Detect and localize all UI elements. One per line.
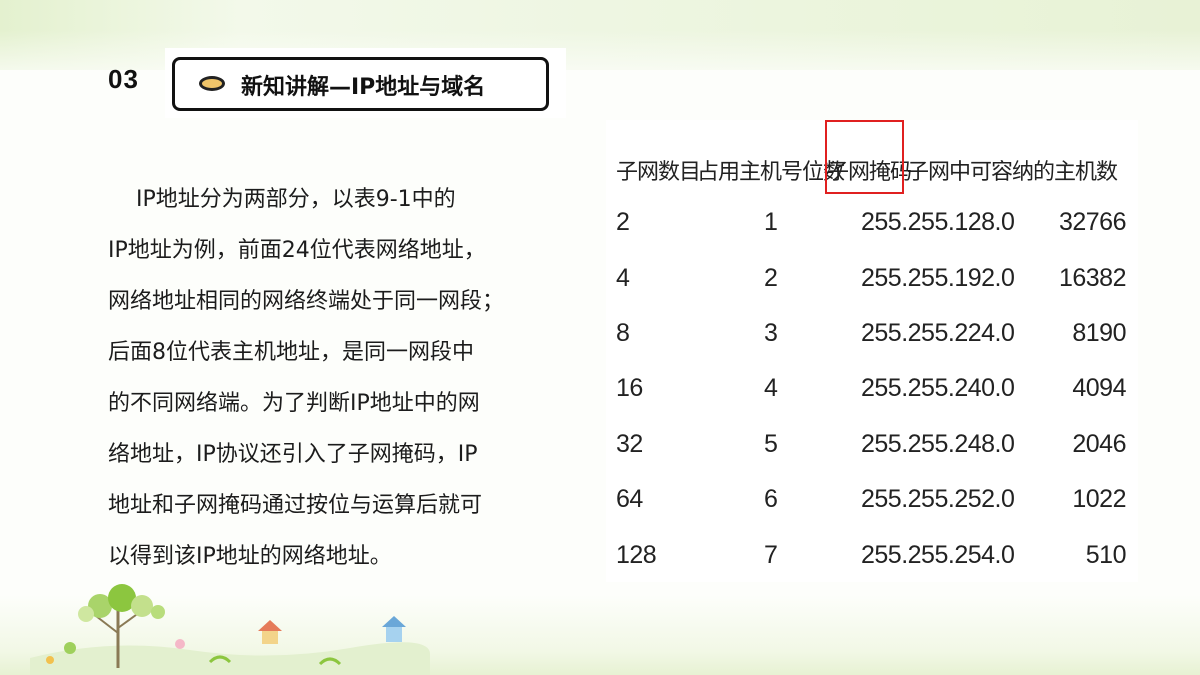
slide-title: 新知讲解—IP地址与域名 [241, 75, 486, 100]
oval-bullet-icon [199, 76, 225, 91]
cell-subnet-count: 8 [616, 319, 630, 347]
cell-subnet-count: 128 [616, 541, 657, 569]
cell-host-bits: 1 [764, 208, 778, 236]
cell-hosts: 32766 [1058, 208, 1127, 236]
subnet-mask-highlight-box [825, 120, 904, 194]
tree-house-landscape-icon [30, 584, 430, 675]
cell-host-bits: 3 [764, 319, 778, 347]
paragraph-line: IP地址为例，前面24位代表网络地址， [108, 238, 486, 263]
body-paragraph: IP地址分为两部分，以表9-1中的 IP地址为例，前面24位代表网络地址， 网络… [108, 174, 588, 582]
paragraph-line: 网络地址相同的网络终端处于同一网段； [108, 289, 505, 314]
paragraph-line: 后面8位代表主机地址，是同一网段中 [108, 340, 474, 365]
table-row: 16 4 255.255.240.0 4094 [606, 370, 1138, 410]
table-row: 64 6 255.255.252.0 1022 [606, 481, 1138, 521]
cell-subnet-mask: 255.255.254.0 [861, 541, 1015, 569]
cell-subnet-mask: 255.255.224.0 [861, 319, 1015, 347]
header-hosts-per-subnet: 子网中可容纳的主机数 [907, 160, 1118, 185]
cell-subnet-mask: 255.255.240.0 [861, 374, 1015, 402]
subnet-table: 子网数目 占用主机号位数 子网掩码 子网中可容纳的主机数 2 1 255.255… [606, 120, 1138, 582]
table-row: 8 3 255.255.224.0 8190 [606, 315, 1138, 355]
cell-host-bits: 5 [764, 430, 778, 458]
cell-host-bits: 6 [764, 485, 778, 513]
cell-subnet-mask: 255.255.128.0 [861, 208, 1015, 236]
header-host-bits: 占用主机号位数 [697, 160, 845, 185]
title-frame: 新知讲解—IP地址与域名 [172, 57, 549, 111]
paragraph-line: IP地址分为两部分，以表9-1中的 [108, 187, 456, 212]
table-row: 128 7 255.255.254.0 510 [606, 537, 1138, 577]
cell-hosts: 8190 [1072, 319, 1126, 347]
cell-subnet-mask: 255.255.252.0 [861, 485, 1015, 513]
cell-hosts: 2046 [1072, 430, 1126, 458]
table-row: 4 2 255.255.192.0 16382 [606, 260, 1138, 300]
cell-subnet-count: 16 [616, 374, 643, 402]
section-number: 03 [108, 64, 139, 94]
table-row: 2 1 255.255.128.0 32766 [606, 204, 1138, 244]
cell-subnet-count: 32 [616, 430, 643, 458]
table-row: 32 5 255.255.248.0 2046 [606, 426, 1138, 466]
cell-hosts: 16382 [1058, 264, 1127, 292]
cell-host-bits: 7 [764, 541, 778, 569]
cell-hosts: 1022 [1072, 485, 1126, 513]
paragraph-line: 络地址，IP协议还引入了子网掩码，IP [108, 442, 478, 467]
cell-subnet-count: 4 [616, 264, 630, 292]
cell-hosts: 4094 [1072, 374, 1126, 402]
cell-subnet-mask: 255.255.192.0 [861, 264, 1015, 292]
cell-subnet-mask: 255.255.248.0 [861, 430, 1015, 458]
cell-hosts: 510 [1085, 541, 1127, 569]
header-subnet-count: 子网数目 [616, 160, 701, 185]
cell-subnet-count: 2 [616, 208, 630, 236]
cell-host-bits: 2 [764, 264, 778, 292]
paragraph-line: 以得到该IP地址的网络地址。 [108, 544, 392, 569]
cell-host-bits: 4 [764, 374, 778, 402]
paragraph-line: 的不同网络端。为了判断IP地址中的网 [108, 391, 480, 416]
title-card: 新知讲解—IP地址与域名 [165, 48, 566, 118]
paragraph-line: 地址和子网掩码通过按位与运算后就可 [108, 493, 483, 518]
cell-subnet-count: 64 [616, 485, 643, 513]
